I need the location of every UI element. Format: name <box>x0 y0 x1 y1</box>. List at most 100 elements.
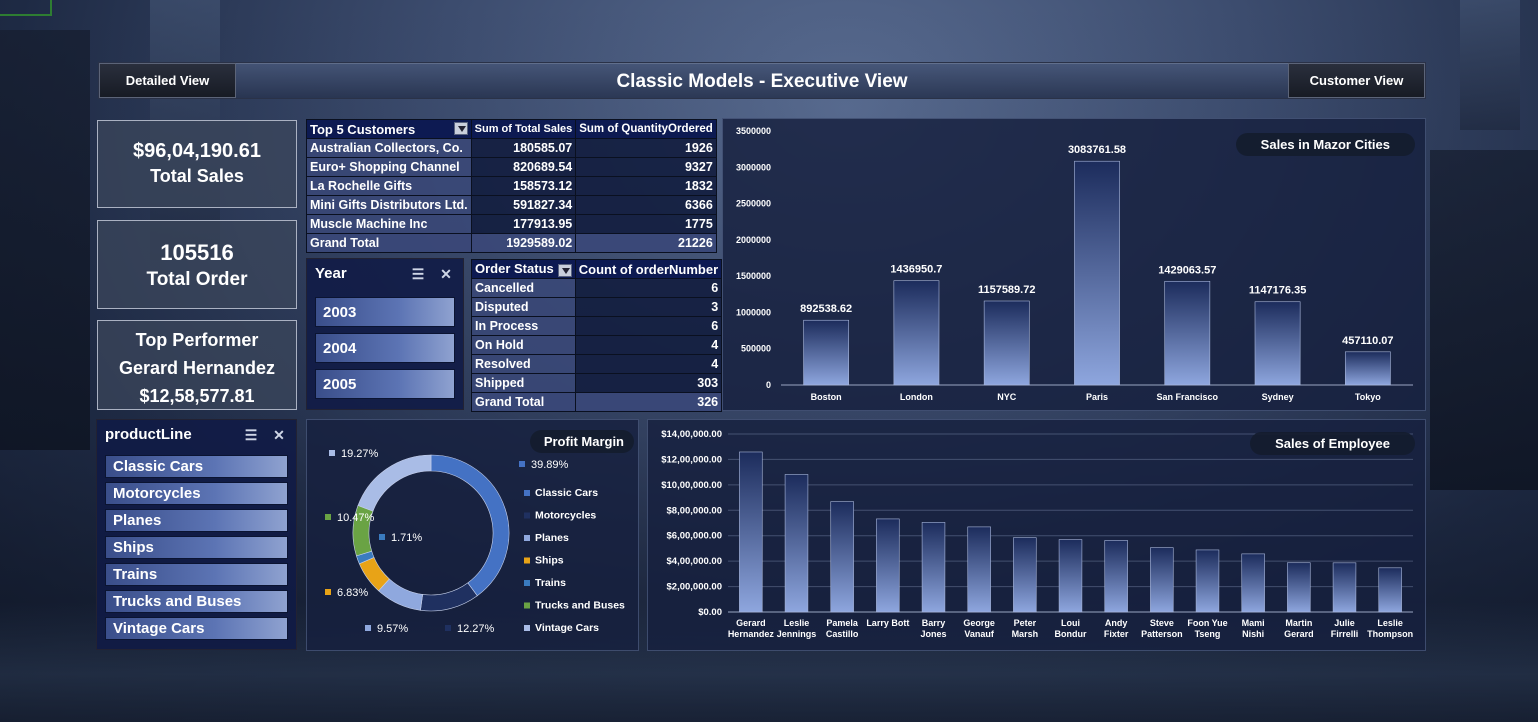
x-tick-label: Boston <box>811 392 842 402</box>
clear-filter-icon[interactable]: ✕ <box>437 266 455 282</box>
productline-slicer-item[interactable]: Trains <box>105 563 288 586</box>
table-row: Cancelled 6 <box>471 278 723 298</box>
customer-name-cell: Australian Collectors, Co. <box>306 138 472 158</box>
customer-view-button[interactable]: Customer View <box>1288 63 1425 98</box>
bar-employee <box>1332 562 1357 613</box>
status-cell: Disputed <box>471 297 576 317</box>
customer-name-cell: La Rochelle Gifts <box>306 176 472 196</box>
bar-employee <box>921 522 946 613</box>
legend-label: Trains <box>535 577 566 589</box>
y-tick-label: 2500000 <box>736 199 771 209</box>
y-tick-label: 1500000 <box>736 271 771 281</box>
x-tick-label: Loui <box>1061 618 1080 628</box>
data-label: 1.71% <box>391 532 422 544</box>
kpi-top-performer: Top Performer Gerard Hernandez $12,58,57… <box>97 320 297 410</box>
total-order-value: 105516 <box>160 240 234 265</box>
header-order-status[interactable]: Order Status <box>471 259 576 279</box>
x-tick-label: Marsh <box>1012 629 1039 639</box>
data-label: 1429063.57 <box>1158 264 1216 276</box>
grand-total-label: Grand Total <box>306 233 472 253</box>
x-tick-label: Martin <box>1285 618 1312 628</box>
total-sales-cell: 180585.07 <box>470 138 577 158</box>
quantity-cell: 9327 <box>575 157 717 177</box>
x-tick-label: Andy <box>1105 618 1128 628</box>
y-tick-label: $8,00,000.00 <box>667 505 722 516</box>
data-label: 3083761.58 <box>1068 144 1126 156</box>
year-slicer-item-2005[interactable]: 2005 <box>315 369 455 399</box>
x-tick-label: Pamela <box>826 618 859 628</box>
productline-slicer-item[interactable]: Trucks and Buses <box>105 590 288 613</box>
table-row: In Process 6 <box>471 316 723 336</box>
data-label: 1157589.72 <box>978 284 1036 296</box>
data-label: 1147176.35 <box>1249 285 1307 297</box>
productline-slicer-header: productLine ☰ ✕ <box>97 420 296 449</box>
x-tick-label: Jones <box>920 629 946 639</box>
year-slicer-header: Year ☰ ✕ <box>307 259 463 288</box>
y-tick-label: $4,00,000.00 <box>667 556 722 567</box>
profit-margin-chart: Profit Margin 39.89% 12.27% 9.57% 6.83% 1.71… <box>306 419 639 651</box>
city-chart-title: Sales in Mazor Cities <box>1235 133 1415 156</box>
clear-filter-icon[interactable]: ✕ <box>270 427 288 443</box>
status-cell: In Process <box>471 316 576 336</box>
productline-slicer-item[interactable]: Classic Cars <box>105 455 288 478</box>
table-row: Shipped 303 <box>471 373 723 393</box>
table-row: Disputed 3 <box>471 297 723 317</box>
x-tick-label: Vanauf <box>964 629 995 639</box>
total-sales-cell: 158573.12 <box>470 176 577 196</box>
productline-slicer-item[interactable]: Motorcycles <box>105 482 288 505</box>
x-tick-label: Barry <box>922 618 946 628</box>
bar-employee <box>830 501 854 613</box>
top-customers-table: Top 5 Customers Sum of Total Sales Sum o… <box>306 119 717 253</box>
employee-chart-title: Sales of Employee <box>1250 432 1415 455</box>
customer-name-cell: Euro+ Shopping Channel <box>306 157 472 177</box>
productline-slicer-item[interactable]: Ships <box>105 536 288 559</box>
y-tick-label: $2,00,000.00 <box>667 582 722 593</box>
legend-label: Classic Cars <box>535 487 598 499</box>
y-tick-label: $14,00,000.00 <box>661 429 722 440</box>
productline-slicer-title: productLine <box>105 426 192 443</box>
year-slicer-title: Year <box>315 265 347 282</box>
filter-icon[interactable] <box>557 263 572 277</box>
year-slicer: Year ☰ ✕ 2003 2004 2005 <box>306 258 464 410</box>
productline-slicer-item[interactable]: Vintage Cars <box>105 617 288 640</box>
x-tick-label: San Francisco <box>1157 392 1219 402</box>
customer-name-cell: Muscle Machine Inc <box>306 214 472 234</box>
data-label-marker <box>445 625 451 631</box>
table-row: On Hold 4 <box>471 335 723 355</box>
x-tick-label: Fixter <box>1104 629 1129 639</box>
multi-select-icon[interactable]: ☰ <box>242 427 260 443</box>
x-tick-label: Steve <box>1150 618 1174 628</box>
x-tick-label: Hernandez <box>728 629 775 639</box>
top-performer-label: Top Performer <box>135 330 259 350</box>
x-tick-label: NYC <box>997 392 1017 402</box>
grand-total-row: Grand Total 326 <box>471 392 723 412</box>
header-top-customers[interactable]: Top 5 Customers <box>306 119 472 139</box>
bar-employee <box>1013 537 1037 613</box>
bar-nyc <box>983 300 1030 386</box>
total-order-label: Total Order <box>146 269 248 290</box>
total-sales-label: Total Sales <box>150 166 244 186</box>
productline-slicer-item[interactable]: Planes <box>105 509 288 532</box>
header-sum-total-sales: Sum of Total Sales <box>470 119 577 139</box>
top-performer-value: $12,58,577.81 <box>139 386 255 406</box>
year-slicer-item-2003[interactable]: 2003 <box>315 297 455 327</box>
filter-icon[interactable] <box>453 121 468 135</box>
data-label-marker <box>379 534 385 540</box>
legend-label: Vintage Cars <box>535 622 599 634</box>
data-label: 6.83% <box>337 587 368 599</box>
quantity-cell: 1775 <box>575 214 717 234</box>
profit-margin-svg: 39.89% 12.27% 9.57% 6.83% 1.71% 10.47% 19.27% C… <box>325 448 625 635</box>
bar-employee <box>739 451 763 613</box>
grand-total-row: Grand Total 1929589.02 21226 <box>306 233 717 253</box>
slice-classic-cars <box>430 454 510 597</box>
legend-label: Trucks and Buses <box>535 600 625 612</box>
data-label-marker <box>329 450 335 456</box>
data-label: 19.27% <box>341 448 379 460</box>
multi-select-icon[interactable]: ☰ <box>409 266 427 282</box>
x-tick-label: Jennings <box>777 629 817 639</box>
data-label-marker <box>325 514 331 520</box>
table-row: Mini Gifts Distributors Ltd. 591827.34 636… <box>306 195 717 215</box>
total-sales-cell: 820689.54 <box>470 157 577 177</box>
year-slicer-item-2004[interactable]: 2004 <box>315 333 455 363</box>
table-row: La Rochelle Gifts 158573.12 1832 <box>306 176 717 196</box>
